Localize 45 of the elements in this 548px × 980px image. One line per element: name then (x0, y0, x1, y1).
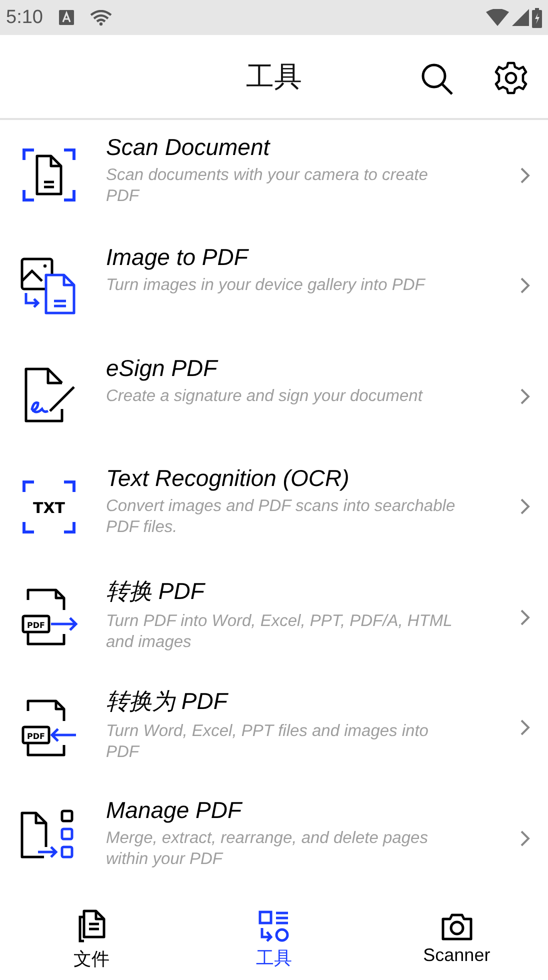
tool-list-item[interactable]: Scan Document Scan documents with your camera to create PDF (0, 120, 548, 230)
settings-icon[interactable] (494, 61, 528, 96)
tool-description: Scan documents with your camera to create PDF (106, 164, 429, 207)
tool-list-item[interactable]: Manage PDF Merge, extract, rearrange, and delete pages within your PDF (0, 782, 548, 894)
tool-title: eSign PDF (106, 354, 220, 382)
battery-icon (532, 8, 542, 28)
cell-signal-icon (512, 9, 529, 26)
tool-title: 转换 PDF (106, 576, 206, 606)
tool-title: Image to PDF (106, 244, 250, 272)
page-title: 工具 (245, 60, 303, 94)
camera-icon (440, 913, 473, 942)
tool-title: Manage PDF (106, 796, 244, 824)
tool-title: Text Recognition (OCR) (106, 465, 350, 492)
keyboard-icon (58, 10, 74, 26)
chevron-right-icon (520, 719, 530, 736)
tool-list-item[interactable]: eSign PDF Create a signature and sign your document (0, 340, 548, 452)
tool-list-item[interactable]: Image to PDF Turn images in your device gallery into PDF (0, 230, 548, 341)
status-time: 5:10 (6, 6, 43, 29)
nav-tab[interactable]: Scanner (365, 893, 548, 980)
chevron-right-icon (520, 277, 530, 294)
search-icon[interactable] (420, 62, 454, 96)
chevron-right-icon (520, 830, 530, 847)
tool-description: Turn PDF into Word, Excel, PPT, PDF/A, HTML and images (106, 610, 453, 653)
wifi-icon (90, 10, 112, 26)
wifi-signal-icon (486, 9, 509, 26)
nav-tab[interactable]: 工具 (182, 893, 366, 980)
chevron-right-icon (520, 498, 530, 516)
tool-list-item[interactable]: PDF 转换 PDF Turn PDF into Word, Excel, PPT, PDF/A, HTML and images (0, 562, 548, 672)
chevron-right-icon (520, 608, 530, 626)
tools-grid-icon (258, 910, 290, 942)
chevron-right-icon (520, 166, 530, 184)
tool-description: Merge, extract, rearrange, and delete pages within your PDF (106, 828, 429, 870)
image-to-document-icon (20, 256, 78, 315)
nav-tab[interactable]: 文件 (0, 893, 183, 980)
document-scan-icon (20, 146, 78, 204)
tool-description: Turn Word, Excel, PPT files and images into PDF (106, 721, 430, 764)
documents-icon (76, 908, 106, 943)
tool-description: Convert images and PDF scans into searchable PDF files. (106, 496, 456, 538)
tool-description: Create a signature and sign your document (106, 386, 424, 407)
chevron-right-icon (520, 388, 530, 405)
tool-list-item[interactable]: TXT Text Recognition (OCR) Convert images and PDF scans into searchable PDF files. (0, 451, 548, 562)
tool-list-item[interactable]: PDF 转换为 PDF Turn Word, Excel, PPT files and images into PDF (0, 672, 548, 783)
tool-title: 转换为 PDF (106, 687, 230, 716)
tool-title: Scan Document (106, 134, 272, 161)
tool-description: Turn images in your device gallery into PDF (106, 275, 426, 296)
